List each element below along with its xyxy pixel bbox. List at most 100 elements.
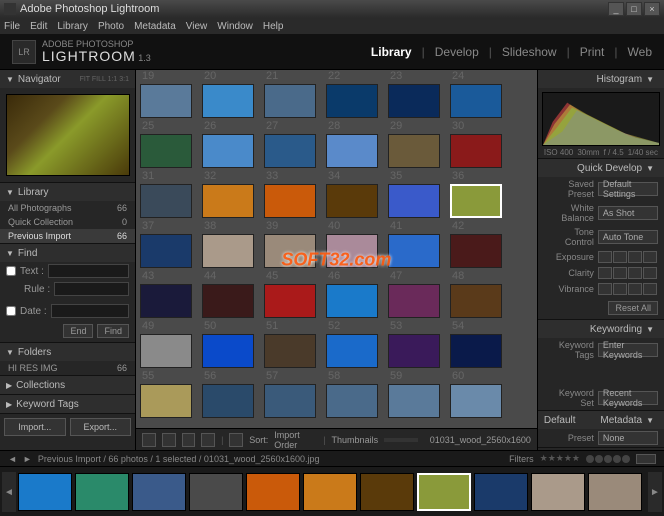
quick-develop-header[interactable]: Quick Develop▼ <box>538 159 664 177</box>
grid-thumbnail[interactable] <box>388 334 440 368</box>
survey-view-icon[interactable] <box>201 433 215 447</box>
histogram-header[interactable]: Histogram▼ <box>538 70 664 88</box>
grid-thumbnail[interactable] <box>450 134 502 168</box>
find-rule-field[interactable] <box>54 282 129 296</box>
vibrance-buttons[interactable] <box>598 283 657 295</box>
grid-thumbnail[interactable] <box>450 334 502 368</box>
grid-thumbnail[interactable] <box>202 384 254 418</box>
grid-thumbnail[interactable] <box>202 84 254 118</box>
grid-thumbnail[interactable] <box>140 284 192 318</box>
library-item[interactable]: All Photographs66 <box>0 201 135 215</box>
filmstrip-thumbnail[interactable] <box>18 473 72 511</box>
grid-thumbnail[interactable] <box>140 384 192 418</box>
find-date-field[interactable] <box>51 304 129 318</box>
close-button[interactable]: × <box>644 2 660 16</box>
sort-value[interactable]: Import Order <box>274 430 317 450</box>
menu-view[interactable]: View <box>186 21 208 32</box>
filmstrip-thumbnail[interactable] <box>303 473 357 511</box>
loupe-view-icon[interactable] <box>162 433 176 447</box>
kw-tags-field[interactable]: Enter Keywords <box>598 343 658 357</box>
thumbnail-size-slider[interactable] <box>384 438 418 442</box>
grid-thumbnail[interactable] <box>202 334 254 368</box>
grid-thumbnail[interactable] <box>450 84 502 118</box>
filmstrip-thumbnail[interactable] <box>531 473 585 511</box>
grid-thumbnail[interactable] <box>450 384 502 418</box>
grid-thumbnail[interactable] <box>388 134 440 168</box>
library-item[interactable]: Quick Collection0 <box>0 215 135 229</box>
grid-thumbnail[interactable] <box>388 84 440 118</box>
tone-button[interactable]: Auto Tone <box>598 230 658 244</box>
filmstrip-thumbnail[interactable] <box>588 473 642 511</box>
clarity-buttons[interactable] <box>598 267 657 279</box>
kw-set-select[interactable]: Recent Keywords <box>598 391 658 405</box>
filmstrip-thumbnail[interactable] <box>474 473 528 511</box>
find-end-button[interactable]: End <box>63 324 93 338</box>
module-web[interactable]: Web <box>628 45 652 59</box>
menu-window[interactable]: Window <box>217 21 253 32</box>
grid-thumbnail[interactable] <box>202 184 254 218</box>
filter-stars[interactable]: ★★★★★ <box>540 453 580 464</box>
minimize-button[interactable]: _ <box>608 2 624 16</box>
exposure-buttons[interactable] <box>598 251 657 263</box>
grid-thumbnail[interactable] <box>264 84 316 118</box>
grid-thumbnail[interactable] <box>140 184 192 218</box>
collections-header[interactable]: ▶Collections <box>0 376 135 394</box>
sort-direction-icon[interactable] <box>229 433 243 447</box>
grid-thumbnail[interactable] <box>264 334 316 368</box>
keyword-tags-header[interactable]: ▶Keyword Tags <box>0 395 135 413</box>
grid-thumbnail[interactable] <box>326 84 378 118</box>
filmstrip-right-arrow[interactable]: ► <box>648 472 662 512</box>
grid-thumbnail[interactable] <box>264 234 316 268</box>
metadata-header[interactable]: DefaultMetadata▼ <box>538 411 664 429</box>
navigator-preview[interactable] <box>0 88 135 182</box>
grid-thumbnail[interactable] <box>450 284 502 318</box>
find-text-field[interactable] <box>48 264 129 278</box>
menu-library[interactable]: Library <box>57 21 88 32</box>
grid-thumbnail[interactable] <box>326 284 378 318</box>
grid-thumbnail[interactable] <box>388 234 440 268</box>
keywording-header[interactable]: Keywording▼ <box>538 320 664 338</box>
module-slideshow[interactable]: Slideshow <box>502 45 557 59</box>
library-item[interactable]: Previous Import66 <box>0 229 135 243</box>
folder-item[interactable]: HI RES IMG66 <box>0 361 135 375</box>
find-date-check[interactable] <box>6 306 16 316</box>
grid-thumbnail[interactable] <box>264 384 316 418</box>
find-header[interactable]: ▼ Find <box>0 244 135 262</box>
find-text-check[interactable] <box>6 266 16 276</box>
export-button[interactable]: Export... <box>70 418 132 436</box>
nav-fwd-icon[interactable]: ► <box>23 454 32 464</box>
grid-thumbnail[interactable] <box>264 184 316 218</box>
grid-thumbnail[interactable] <box>326 184 378 218</box>
compare-view-icon[interactable] <box>182 433 196 447</box>
menu-photo[interactable]: Photo <box>98 21 124 32</box>
filter-switch[interactable] <box>636 454 656 464</box>
filmstrip-thumbnail[interactable] <box>75 473 129 511</box>
module-print[interactable]: Print <box>580 45 605 59</box>
filmstrip-thumbnail[interactable] <box>417 473 471 511</box>
menu-file[interactable]: File <box>4 21 20 32</box>
menu-metadata[interactable]: Metadata <box>134 21 176 32</box>
grid-view-icon[interactable] <box>142 433 156 447</box>
grid-thumbnail[interactable] <box>326 234 378 268</box>
grid-thumbnail[interactable] <box>388 184 440 218</box>
nav-back-icon[interactable]: ◄ <box>8 454 17 464</box>
folders-header[interactable]: ▼Folders <box>0 343 135 361</box>
grid-thumbnail[interactable] <box>264 134 316 168</box>
grid-thumbnail[interactable] <box>450 234 502 268</box>
grid-thumbnail[interactable] <box>326 134 378 168</box>
grid-thumbnail[interactable] <box>202 234 254 268</box>
filmstrip-thumbnail[interactable] <box>132 473 186 511</box>
filter-colors[interactable] <box>586 455 630 463</box>
library-header[interactable]: ▼ Library <box>0 183 135 201</box>
grid-thumbnail[interactable] <box>388 384 440 418</box>
menu-edit[interactable]: Edit <box>30 21 47 32</box>
navigator-zoom[interactable]: FIT FILL 1:1 3:1 <box>80 76 129 83</box>
grid-thumbnail[interactable] <box>202 284 254 318</box>
grid-thumbnail[interactable] <box>326 384 378 418</box>
wb-select[interactable]: As Shot <box>598 206 658 220</box>
navigator-header[interactable]: ▼ Navigator FIT FILL 1:1 3:1 <box>0 70 135 88</box>
grid-thumbnail[interactable] <box>388 284 440 318</box>
grid-thumbnail[interactable] <box>140 84 192 118</box>
grid-thumbnail[interactable] <box>140 134 192 168</box>
import-button[interactable]: Import... <box>4 418 66 436</box>
